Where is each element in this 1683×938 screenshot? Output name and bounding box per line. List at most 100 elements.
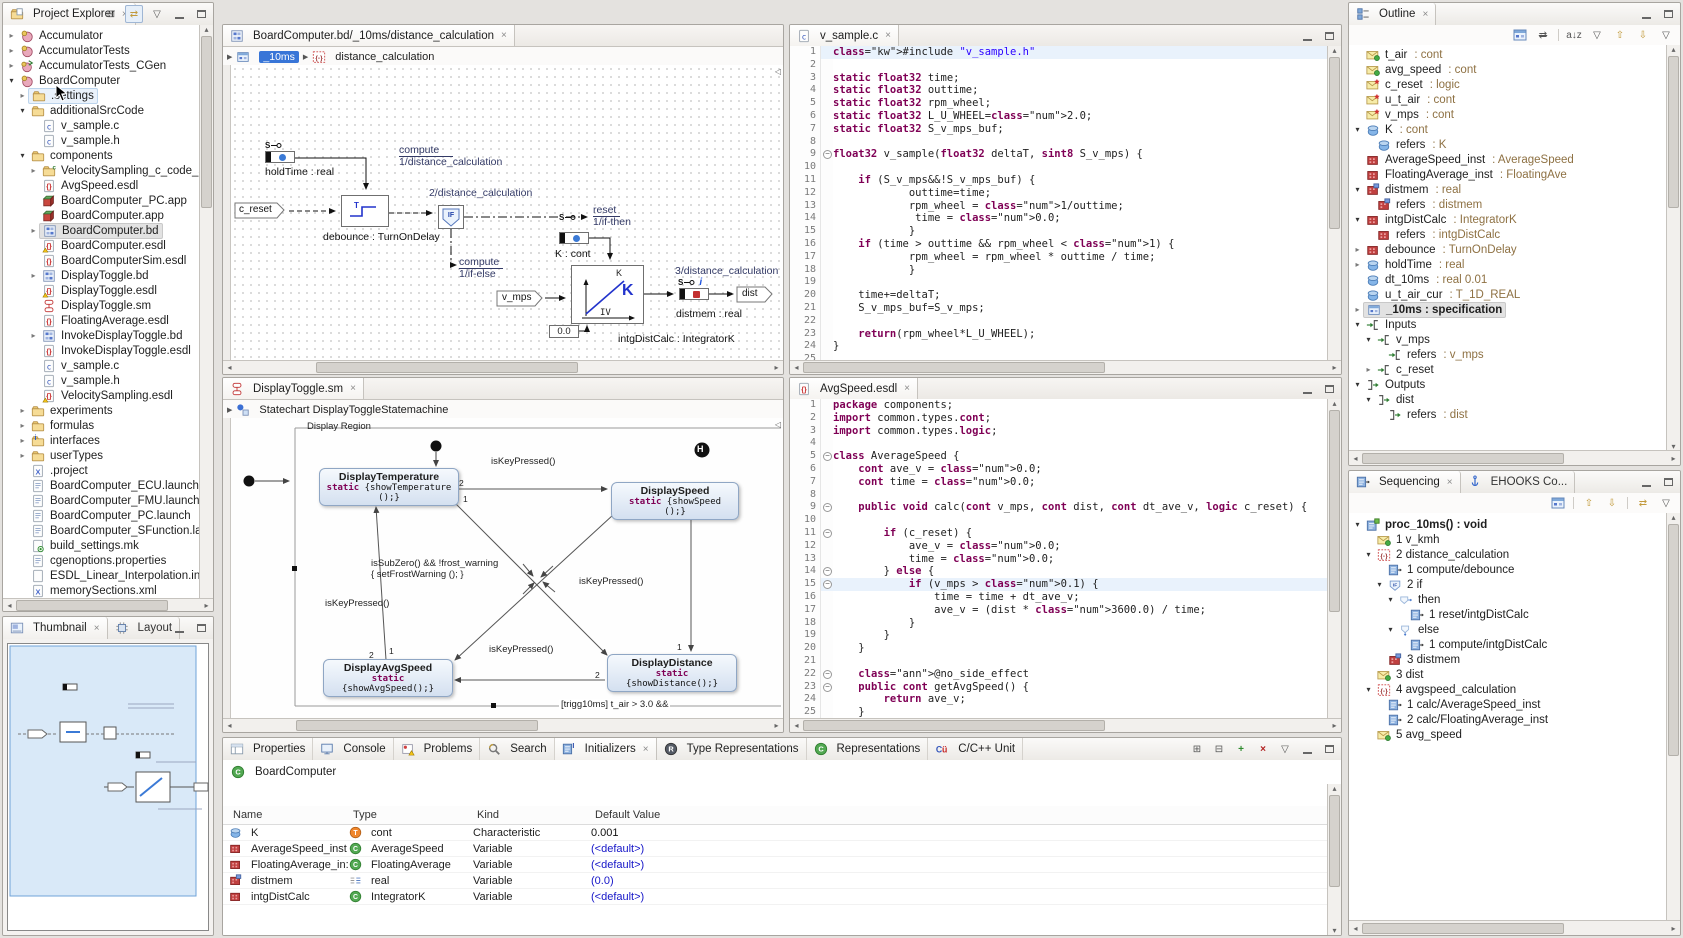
tree-item[interactable]: 1 compute/intgDistCalc [1349,637,1667,652]
code-line[interactable]: 12 ave_v = class="num">0.0; [790,540,1328,553]
fold-gutter[interactable]: − [820,527,833,540]
tab-sequencing[interactable]: Sequencing × [1349,471,1461,493]
code-line[interactable]: 11 if (S_v_mps&&!S_v_mps_buf) { [790,174,1328,187]
tree-item[interactable]: ▾then [1349,592,1667,607]
transition-label[interactable]: isKeyPressed() [489,644,553,655]
maximize-icon[interactable] [1660,474,1676,490]
close-icon[interactable]: × [94,623,100,634]
code-line[interactable]: 22 [790,315,1328,328]
add-icon[interactable]: + [1233,741,1249,757]
project-explorer-hscrollbar[interactable]: ◂ ▸ [3,598,213,611]
fold-gutter[interactable] [820,328,833,341]
scroll-right-icon[interactable]: ▸ [1328,363,1341,372]
bd-diagram-canvas[interactable]: ◁ S holdTime : [223,65,783,361]
tree-item[interactable]: ▸InvokeDisplayToggle.bd [3,328,201,343]
code-line[interactable]: 21 S_v_mps_buf=S_v_mps; [790,302,1328,315]
view-menu-icon[interactable]: ▽ [1277,741,1293,757]
holdtime-switch-block[interactable] [265,151,295,163]
bottom-tab-type-representations[interactable]: RType Representations [657,738,807,760]
fold-gutter[interactable] [820,340,833,353]
expand-arrow-icon[interactable]: ▸ [28,331,39,340]
bottom-tab-console[interactable]: Console [313,738,393,760]
code-line[interactable]: 17 rpm_wheel = rpm_wheel * outtime / tim… [790,251,1328,264]
tree-item[interactable]: ▾Inputs [1349,317,1667,332]
breadcrumb-block[interactable]: distance_calculation [335,51,434,63]
seq-call-1[interactable]: compute1/distance_calculation [399,145,502,168]
expand-arrow-icon[interactable]: ▾ [1385,595,1396,604]
scroll-left-icon[interactable]: ◂ [1349,454,1362,463]
expand-arrow-icon[interactable]: ▸ [17,451,28,460]
fold-gutter[interactable] [820,59,833,72]
fold-collapse-icon[interactable]: − [823,503,832,512]
tree-item[interactable]: XmemorySections.xml [3,583,201,598]
project-explorer-vscrollbar[interactable]: ▴ [199,25,213,599]
maximize-icon[interactable] [1321,28,1337,44]
move-up-icon[interactable]: ⇧ [1612,27,1628,43]
outline-hscrollbar[interactable]: ◂ ▸ [1349,450,1680,465]
column-header[interactable]: Default Value [595,809,1327,821]
expand-arrow-icon[interactable]: ▸ [1352,245,1363,254]
scroll-up-icon[interactable]: ▴ [200,25,213,34]
tree-item[interactable]: ▸.settings [3,88,201,103]
tree-item[interactable]: u_t_air: cont [1349,92,1667,107]
expand-arrow-icon[interactable]: ▸ [6,46,17,55]
expand-arrow-icon[interactable]: ▾ [1374,580,1385,589]
tree-item[interactable]: refers: v_mps [1349,347,1667,362]
tree-item[interactable]: ▾K: cont [1349,122,1667,137]
minimize-icon[interactable] [1299,381,1315,397]
tree-item[interactable]: ▾additionalSrcCode [3,103,201,118]
close-icon[interactable]: × [1447,477,1453,488]
table-row[interactable]: intgDistCalcCIntegratorKVariable(<defaul… [223,889,1327,905]
tree-item[interactable]: BoardComputer.app [3,208,201,223]
fold-gutter[interactable] [820,123,833,136]
code-line[interactable]: 6static float32 L_U_WHEEL=class="num">2.… [790,110,1328,123]
sm-hscrollbar[interactable]: ◂ ▸ [223,718,783,732]
expand-arrow-icon[interactable]: ▸ [1352,260,1363,269]
expand-arrow-icon[interactable]: ▸ [28,271,39,280]
scroll-left-icon[interactable]: ◂ [1349,924,1362,933]
seq-label-3[interactable]: 3/distance_calculation [675,265,778,277]
maximize-icon[interactable] [1660,6,1676,22]
tree-item[interactable]: ▸c_reset [1349,362,1667,377]
bottom-tab-problems[interactable]: Problems [394,738,481,760]
tree-item[interactable]: BoardComputer_PC.app [3,193,201,208]
tree-item[interactable]: 3 distmem [1349,652,1667,667]
tree-item[interactable]: 1 reset/intgDistCalc [1349,607,1667,622]
fold-gutter[interactable] [820,46,833,59]
fold-gutter[interactable] [820,591,833,604]
expand-arrow-icon[interactable]: ▾ [1352,215,1363,224]
transition-label[interactable]: isKeyPressed() [325,598,389,609]
integrator-block[interactable]: K K IV [571,265,644,324]
transition-label[interactable]: isKeyPressed() [491,456,555,467]
tab-c-editor[interactable]: c v_sample.c × [790,25,899,46]
fold-gutter[interactable] [820,225,833,238]
c-code-area[interactable]: 1class="kw">#include "v_sample.h"23stati… [790,46,1328,361]
bottom-tab-search[interactable]: Search [480,738,554,760]
expand-arrow-icon[interactable]: ▾ [1363,550,1374,559]
expand-arrow-icon[interactable]: ▾ [1363,395,1374,404]
code-line[interactable]: 12 outtime=time; [790,187,1328,200]
maximize-icon[interactable] [193,620,209,636]
tree-item[interactable]: ▸experiments [3,403,201,418]
fold-gutter[interactable] [820,212,833,225]
tree-item[interactable]: ▸AccumulatorTests [3,43,201,58]
fold-gutter[interactable] [820,463,833,476]
distmem-switch-block[interactable] [679,288,709,300]
dist-port[interactable]: dist [742,288,758,299]
scroll-up-icon[interactable]: ▴ [1328,399,1341,408]
expand-arrow-icon[interactable]: ▸ [6,61,17,70]
tree-item[interactable]: 1 v_kmh [1349,532,1667,547]
scroll-down-icon[interactable]: ▾ [1328,926,1341,935]
tree-item[interactable]: AverageSpeed_inst: AverageSpeed [1349,152,1667,167]
tree-item[interactable]: BoardComputer_SFunction.launch [3,523,201,538]
code-line[interactable]: 17 ave_v = (dist * class="num">3600.0) /… [790,604,1328,617]
code-line[interactable]: 16 if (time > outtime && rpm_wheel < cla… [790,238,1328,251]
move-down-icon[interactable]: ⇩ [1604,495,1620,511]
tree-item[interactable]: FloatingAverage_inst: FloatingAve [1349,167,1667,182]
expand-arrow-icon[interactable]: ▸ [6,31,17,40]
fold-gutter[interactable] [820,693,833,706]
fold-collapse-icon[interactable]: − [823,150,832,159]
seq-label-2[interactable]: 2/distance_calculation [429,187,532,199]
esdl-editor-hscrollbar[interactable]: ◂ ▸ [790,718,1341,732]
expand-arrow-icon[interactable]: ▾ [1352,520,1363,529]
